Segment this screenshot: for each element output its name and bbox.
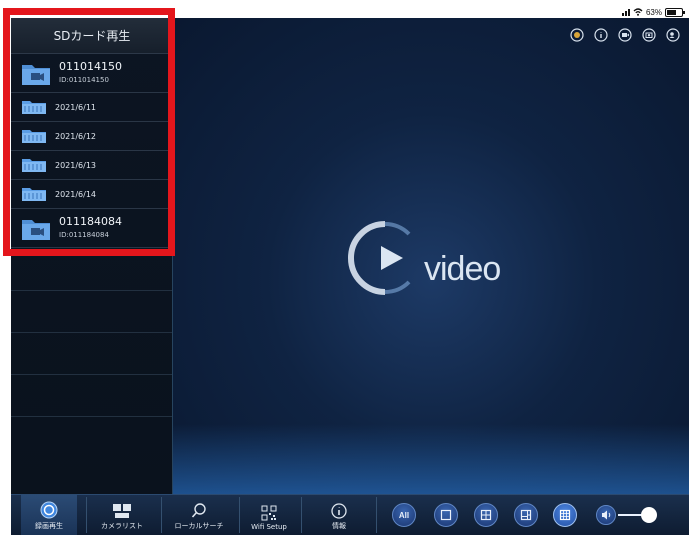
date-folder-row[interactable]: 2021/6/14: [11, 180, 173, 209]
single-view-icon: [440, 509, 452, 521]
wifi-icon: [633, 8, 643, 16]
date-folder-row[interactable]: 2021/6/11: [11, 93, 173, 122]
device-row[interactable]: 011014150 ID:011014150: [11, 54, 173, 93]
volume-button[interactable]: [596, 505, 616, 525]
tab-label: 録画再生: [35, 522, 63, 530]
bottom-tab-bar: 録画再生 カメラリスト ローカルサーチ Wifi Setup 情報 All: [11, 494, 689, 535]
info-icon: [331, 503, 347, 519]
empty-row: [11, 374, 173, 417]
battery-icon: [665, 7, 685, 17]
tab-label: 情報: [332, 522, 346, 530]
status-bar: 63%: [621, 6, 685, 18]
date-label: 2021/6/14: [55, 189, 97, 199]
view-nine-button[interactable]: [553, 503, 577, 527]
folder-icon: [22, 101, 46, 114]
view-quad-button[interactable]: [474, 503, 498, 527]
tab-label: ローカルサーチ: [174, 522, 224, 530]
qr-code-icon: [261, 505, 277, 521]
device-name: 011014150: [59, 60, 122, 73]
video-player[interactable]: video: [172, 18, 689, 494]
nine-view-icon: [559, 509, 571, 521]
six-view-icon: [520, 509, 532, 521]
camera-list-icon: [113, 504, 131, 518]
tab-label: Wifi Setup: [251, 523, 287, 531]
view-single-button[interactable]: [434, 503, 458, 527]
folder-icon: [22, 130, 46, 143]
folder-icon: [22, 188, 46, 201]
camera-folder-icon: [22, 220, 50, 240]
tab-info[interactable]: 情報: [311, 495, 367, 535]
view-six-button[interactable]: [514, 503, 538, 527]
tab-wifi-setup[interactable]: Wifi Setup: [241, 495, 297, 535]
ptz-icon[interactable]: [570, 28, 584, 42]
empty-row: [11, 332, 173, 375]
date-label: 2021/6/12: [55, 131, 97, 141]
folder-icon: [22, 159, 46, 172]
tab-local-search[interactable]: ローカルサーチ: [163, 495, 235, 535]
player-toolbar: [570, 28, 680, 42]
device-id: ID:011014150: [59, 76, 109, 84]
quad-view-icon: [480, 509, 492, 521]
sidebar-title: SDカード再生: [11, 18, 173, 54]
video-logo-text: video: [424, 250, 501, 288]
device-row[interactable]: 011184084 ID:011184084: [11, 209, 173, 248]
battery-percent: 63%: [645, 7, 662, 17]
date-label: 2021/6/11: [55, 102, 97, 112]
speaker-icon: [602, 510, 611, 520]
signal-icon: [621, 8, 630, 16]
sd-card-sidebar: SDカード再生 011014150 ID:011014150 2021/6/11: [11, 18, 174, 494]
info-icon[interactable]: [594, 28, 608, 42]
record-playback-icon: [40, 501, 58, 519]
empty-row: [11, 248, 173, 291]
empty-row: [11, 290, 173, 333]
date-label: 2021/6/13: [55, 160, 97, 170]
tab-label: カメラリスト: [101, 522, 143, 530]
camera-folder-icon: [22, 65, 50, 85]
snapshot-icon[interactable]: [642, 28, 656, 42]
view-all-label: All: [398, 510, 410, 520]
tab-record-playback[interactable]: 録画再生: [21, 495, 77, 535]
talk-icon[interactable]: [666, 28, 680, 42]
device-name: 011184084: [59, 215, 122, 228]
record-icon[interactable]: [618, 28, 632, 42]
view-all-button[interactable]: All: [392, 503, 416, 527]
volume-slider-thumb[interactable]: [641, 507, 657, 523]
date-folder-row[interactable]: 2021/6/13: [11, 151, 173, 180]
device-id: ID:011184084: [59, 231, 109, 239]
date-folder-row[interactable]: 2021/6/12: [11, 122, 173, 151]
tab-camera-list[interactable]: カメラリスト: [87, 495, 157, 535]
search-icon: [191, 503, 206, 518]
